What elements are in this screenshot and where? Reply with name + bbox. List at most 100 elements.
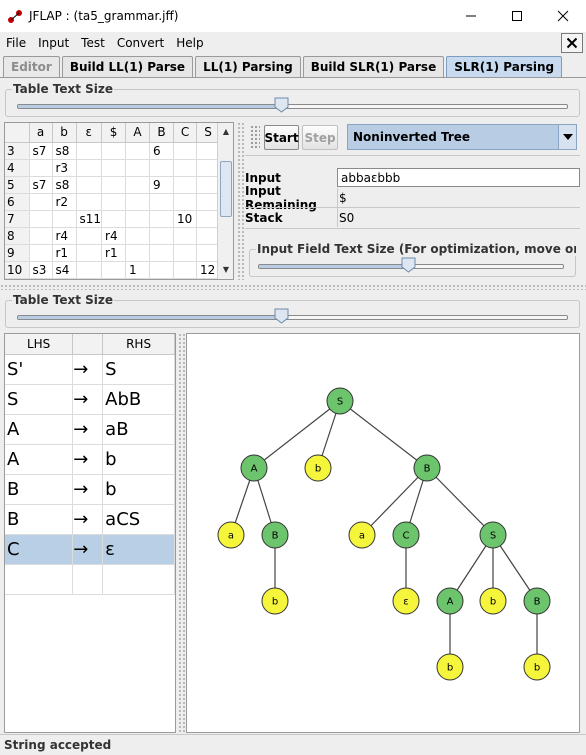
- menu-help[interactable]: Help: [170, 36, 209, 50]
- table-cell[interactable]: [101, 210, 127, 228]
- table-cell[interactable]: 6: [149, 142, 175, 160]
- production-row[interactable]: B → b: [5, 474, 175, 505]
- production-lhs[interactable]: S: [5, 384, 74, 415]
- empty-production-row[interactable]: [5, 564, 175, 595]
- menu-file[interactable]: File: [0, 36, 32, 50]
- scroll-down-icon[interactable]: ▼: [221, 265, 231, 275]
- table-cell[interactable]: [149, 227, 175, 245]
- horizontal-splitter[interactable]: [0, 284, 586, 290]
- menu-convert[interactable]: Convert: [111, 36, 170, 50]
- maximize-button[interactable]: [494, 0, 540, 32]
- production-rhs[interactable]: b: [102, 474, 175, 505]
- slider-thumb[interactable]: [274, 97, 289, 113]
- table-cell[interactable]: [173, 159, 198, 177]
- table-cell[interactable]: [173, 261, 198, 279]
- production-rhs[interactable]: aCS: [102, 504, 175, 535]
- production-arrow[interactable]: →: [72, 354, 104, 385]
- column-header[interactable]: B: [149, 123, 175, 143]
- row-header[interactable]: 9: [5, 244, 30, 262]
- row-header[interactable]: 4: [5, 159, 30, 177]
- table-cell[interactable]: s3: [29, 261, 53, 279]
- table-cell[interactable]: s4: [52, 261, 77, 279]
- table-cell[interactable]: [173, 176, 198, 194]
- column-header[interactable]: ε: [76, 123, 103, 143]
- production-lhs[interactable]: A: [5, 444, 74, 475]
- production-lhs[interactable]: A: [5, 414, 74, 445]
- table-cell[interactable]: r3: [52, 159, 77, 177]
- table-cell[interactable]: [173, 244, 198, 262]
- table-row[interactable]: 7 s11 10: [5, 210, 221, 228]
- table-cell[interactable]: s8: [52, 142, 77, 160]
- production-row[interactable]: B → aCS: [5, 504, 175, 535]
- step-button[interactable]: Step: [302, 125, 338, 150]
- production-rhs[interactable]: aB: [102, 414, 175, 445]
- menu-input[interactable]: Input: [32, 36, 75, 50]
- row-header[interactable]: 6: [5, 193, 30, 211]
- column-header[interactable]: C: [173, 123, 198, 143]
- table-row[interactable]: 10 s3 s4 1 12: [5, 261, 221, 279]
- column-header[interactable]: RHS: [102, 334, 175, 355]
- scroll-thumb[interactable]: [220, 161, 232, 217]
- view-mode-select[interactable]: Noninverted Tree: [347, 124, 577, 150]
- table-cell[interactable]: r1: [52, 244, 77, 262]
- table-cell[interactable]: [76, 261, 103, 279]
- table-cell[interactable]: [76, 244, 103, 262]
- slider-thumb[interactable]: [274, 308, 289, 324]
- table-cell[interactable]: r4: [101, 227, 127, 245]
- table-cell[interactable]: [173, 278, 198, 279]
- production-rhs[interactable]: S: [102, 354, 175, 385]
- start-button[interactable]: Start: [264, 125, 299, 150]
- table-cell[interactable]: [101, 159, 127, 177]
- table-cell[interactable]: [101, 176, 127, 194]
- table-cell[interactable]: [101, 142, 127, 160]
- production-row[interactable]: A → aB: [5, 414, 175, 445]
- table-cell[interactable]: [29, 159, 53, 177]
- production-arrow[interactable]: →: [72, 384, 104, 415]
- column-header[interactable]: LHS: [5, 334, 74, 355]
- column-header[interactable]: b: [52, 123, 77, 143]
- vertical-splitter[interactable]: [178, 333, 186, 733]
- column-header[interactable]: [5, 123, 30, 143]
- vertical-splitter[interactable]: [237, 122, 245, 280]
- minimize-button[interactable]: [448, 0, 494, 32]
- production-arrow[interactable]: →: [72, 444, 104, 475]
- row-header[interactable]: 10: [5, 261, 30, 279]
- production-lhs[interactable]: C: [5, 534, 74, 565]
- production-row[interactable]: A → b: [5, 444, 175, 475]
- tab-build-ll1-parse[interactable]: Build LL(1) Parse: [61, 56, 194, 77]
- table-cell[interactable]: [101, 278, 127, 279]
- menu-test[interactable]: Test: [75, 36, 111, 50]
- tab-build-slr1-parse[interactable]: Build SLR(1) Parse: [302, 56, 445, 77]
- row-header[interactable]: 3: [5, 142, 30, 160]
- production-rhs[interactable]: b: [102, 444, 175, 475]
- row-header[interactable]: 5: [5, 176, 30, 194]
- production-arrow[interactable]: →: [72, 504, 104, 535]
- production-rhs[interactable]: AbB: [102, 384, 175, 415]
- table-cell[interactable]: [149, 210, 175, 228]
- production-lhs[interactable]: B: [5, 474, 74, 505]
- table-row[interactable]: 6 r2: [5, 193, 221, 211]
- column-header[interactable]: a: [29, 123, 53, 143]
- column-header[interactable]: $: [101, 123, 127, 143]
- table-cell[interactable]: s7: [29, 176, 53, 194]
- row-header[interactable]: 11: [5, 278, 30, 279]
- table-cell[interactable]: [149, 278, 175, 279]
- table-cell[interactable]: 1: [125, 261, 151, 279]
- production-lhs[interactable]: B: [5, 504, 74, 535]
- table-cell[interactable]: [125, 278, 151, 279]
- table-cell[interactable]: [125, 227, 151, 245]
- production-arrow[interactable]: →: [72, 474, 104, 505]
- table-row[interactable]: 11r6r6: [5, 278, 221, 279]
- table-row[interactable]: 4 r3: [5, 159, 221, 177]
- table-cell[interactable]: [29, 227, 53, 245]
- empty-cell[interactable]: [102, 564, 175, 595]
- table-cell[interactable]: [149, 159, 175, 177]
- table-cell[interactable]: [29, 244, 53, 262]
- table-cell[interactable]: [149, 261, 175, 279]
- table-cell[interactable]: [76, 227, 103, 245]
- dropdown-button[interactable]: [558, 125, 576, 149]
- table-row[interactable]: 5 s7 s8 9: [5, 176, 221, 194]
- table-cell[interactable]: [29, 210, 53, 228]
- table-cell[interactable]: [125, 159, 151, 177]
- grammar-text-size-slider[interactable]: [17, 315, 568, 320]
